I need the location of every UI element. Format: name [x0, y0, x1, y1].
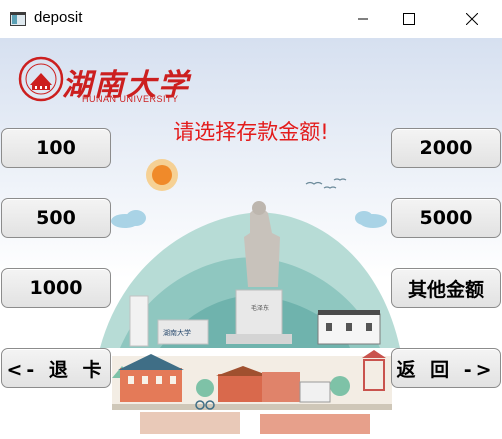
- close-icon: [466, 13, 478, 25]
- minimize-button[interactable]: [340, 0, 386, 38]
- return-button[interactable]: 返 回 ->: [391, 348, 501, 388]
- app-window-icon: [10, 12, 26, 26]
- deposit-panel: 毛泽东 湖南大学 湖南大学 HUNAN UNIVERSITY 请选择存款金额! …: [0, 38, 502, 439]
- svg-text:湖南大学: 湖南大学: [163, 328, 191, 337]
- maximize-button[interactable]: [386, 0, 432, 38]
- other-amount-button[interactable]: 其他金额: [391, 268, 501, 308]
- amount-5000-button[interactable]: 5000: [391, 198, 501, 238]
- minimize-icon: [358, 18, 368, 20]
- amount-100-button[interactable]: 100: [1, 128, 111, 168]
- eject-card-button[interactable]: <- 退 卡: [1, 348, 111, 388]
- university-seal-icon: [18, 56, 64, 102]
- logo-english-name: HUNAN UNIVERSITY: [82, 94, 179, 104]
- title-bar: deposit: [0, 0, 502, 38]
- amount-2000-button[interactable]: 2000: [391, 128, 501, 168]
- maximize-icon: [403, 13, 415, 25]
- amount-1000-button[interactable]: 1000: [1, 268, 111, 308]
- window-title: deposit: [34, 9, 83, 26]
- amount-500-button[interactable]: 500: [1, 198, 111, 238]
- svg-text:毛泽东: 毛泽东: [251, 304, 269, 312]
- close-button[interactable]: [449, 0, 495, 38]
